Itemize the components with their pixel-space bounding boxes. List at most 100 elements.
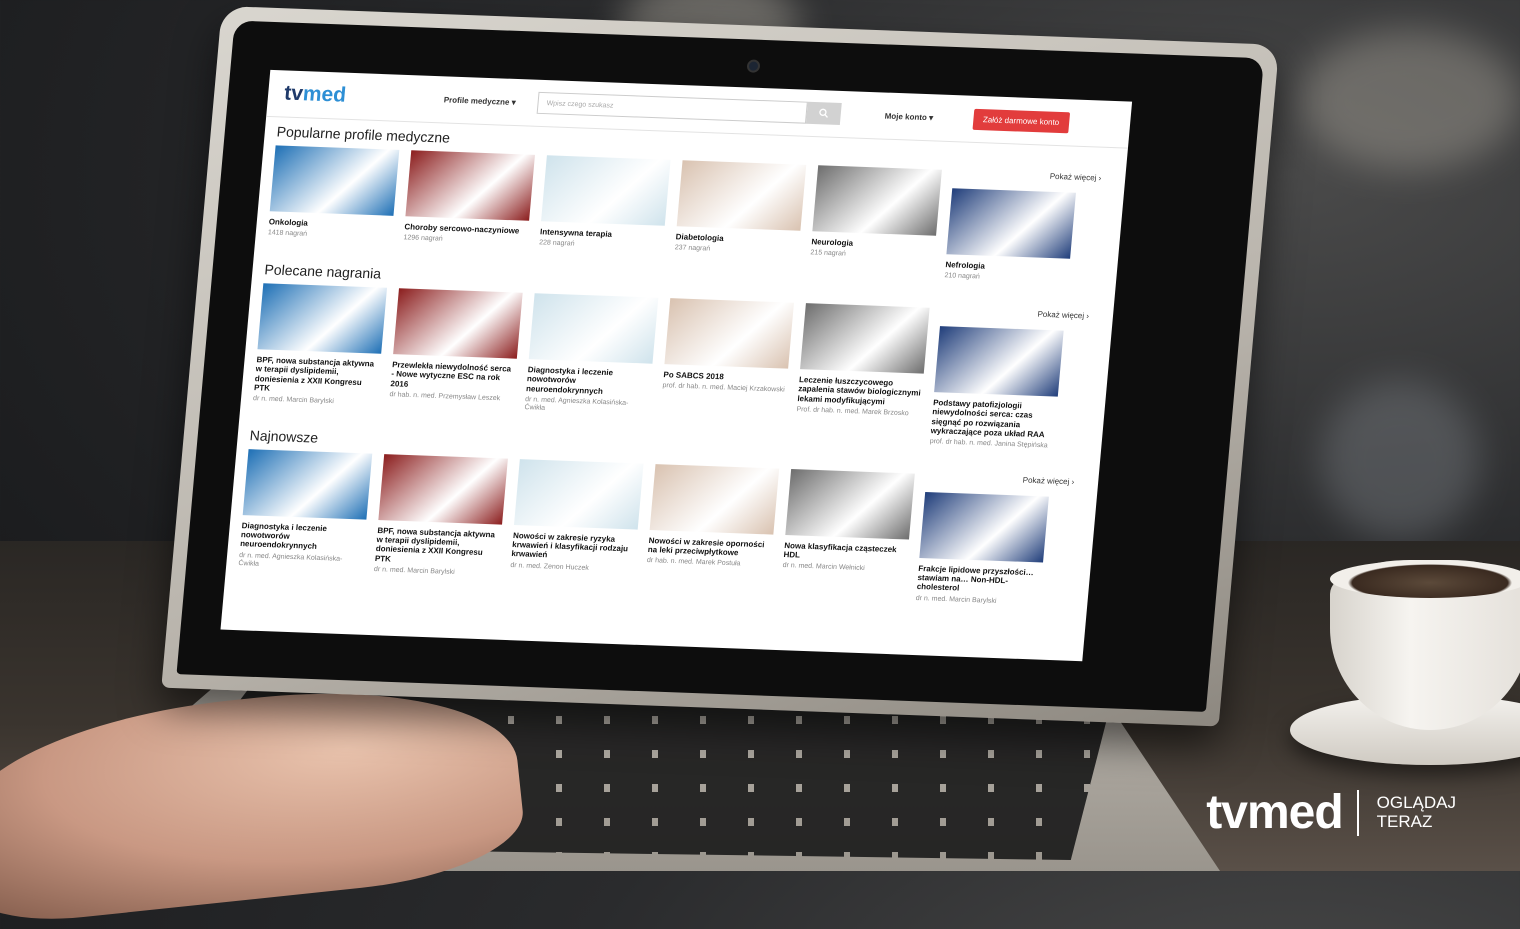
card-subtitle: dr n. med. Agnieszka Kolasińska-Ćwikła <box>238 551 343 568</box>
video-card[interactable]: Diabetologia 237 nagrań <box>673 160 807 275</box>
card-subtitle: 210 nagrań <box>944 272 981 281</box>
thumbnail-image[interactable] <box>269 145 400 216</box>
card-subtitle: prof. dr hab. n. med. Janina Stępińska <box>929 438 1049 450</box>
card-title[interactable]: Po SABCS 2018 <box>663 370 787 384</box>
video-card[interactable]: BPF, nowa substancja aktywna w terapii d… <box>251 283 388 425</box>
card-title[interactable]: Diagnostyka i leczenie nowotworów neuroe… <box>240 521 366 553</box>
card-subtitle: dr n. med. Marcin Barylski <box>373 565 455 576</box>
thumbnail-image[interactable] <box>676 160 807 231</box>
card-title[interactable]: Diabetologia <box>675 232 799 246</box>
video-card[interactable]: Leczenie łuszczycowego zapalenia stawów … <box>794 303 930 445</box>
thumbnail-image[interactable] <box>664 298 794 369</box>
card-title[interactable]: Przewlekła niewydolność serca - Nowe wyt… <box>390 360 516 392</box>
profiles-menu[interactable]: Profile medyczne ▾ <box>443 95 516 107</box>
thumbnail-image[interactable] <box>812 165 942 236</box>
video-card[interactable]: Diagnostyka i leczenie nowotworów neuroe… <box>522 293 659 435</box>
video-card[interactable]: Po SABCS 2018 prof. dr hab. n. med. Macie… <box>658 298 794 440</box>
chevron-down-icon: ▾ <box>511 97 517 107</box>
video-card[interactable]: Podstawy patofizjologii niewydolności se… <box>929 326 1064 450</box>
card-title[interactable]: Intensywna terapia <box>540 227 664 241</box>
search-icon <box>819 108 829 118</box>
card-subtitle: prof. dr hab. n. med. Maciej Krzakowski <box>662 382 786 395</box>
video-card[interactable]: Nowa klasyfikacja cząsteczek HDL dr n. me… <box>780 469 915 602</box>
search-button[interactable] <box>805 101 842 125</box>
video-card[interactable]: Nowości w zakresie ryzyka krwawień i kla… <box>508 459 644 592</box>
card-title[interactable]: Diagnostyka i leczenie nowotworów neuroe… <box>526 365 652 397</box>
thumbnail-image[interactable] <box>649 464 780 535</box>
card-subtitle: 215 nagrań <box>810 249 847 258</box>
website-screen: tvmed Profile medyczne ▾ Wpisz czego szu… <box>220 69 1133 662</box>
video-card[interactable]: Diagnostyka i leczenie nowotworów neuroe… <box>237 449 373 582</box>
card-title[interactable]: Nowości w zakresie oporności na leki prz… <box>647 536 772 559</box>
show-more-link[interactable]: Pokaż więcej › <box>1049 172 1101 183</box>
camera-icon <box>746 59 761 73</box>
site-logo[interactable]: tvmed <box>283 82 445 112</box>
thumbnail-image[interactable] <box>528 293 659 364</box>
thumbnail-image[interactable] <box>800 303 930 374</box>
thumbnail-image[interactable] <box>541 155 671 226</box>
video-card[interactable]: Przewlekła niewydolność serca - Nowe wyt… <box>387 288 523 430</box>
signup-button[interactable]: Załóż darmowe konto <box>972 108 1071 133</box>
card-subtitle: Prof. dr hab. n. med. Marek Brzosko <box>796 405 909 418</box>
card-title[interactable]: Leczenie łuszczycowego zapalenia stawów … <box>797 375 923 407</box>
card-subtitle: 228 nagrań <box>538 239 575 248</box>
video-card[interactable]: Choroby sercowo-naczyniowe 1296 nagrań <box>401 150 535 265</box>
videos-row: BPF, nowa substancja aktywna w terapii d… <box>251 283 1101 451</box>
brand-divider <box>1356 789 1359 836</box>
card-title[interactable]: Nowa klasyfikacja cząsteczek HDL <box>783 541 908 564</box>
card-title[interactable]: Frakcje lipidowe przyszłości… stawiam na… <box>916 564 1042 596</box>
thumbnail-image[interactable] <box>257 283 388 354</box>
thumbnail-image[interactable] <box>242 449 373 520</box>
popular-profiles-section: Popularne profile medyczne Onkologia 1418… <box>254 123 1128 287</box>
thumbnail-image[interactable] <box>934 326 1064 397</box>
videos-row: Diagnostyka i leczenie nowotworów neuroe… <box>237 449 1086 608</box>
account-menu[interactable]: Moje konto ▾ <box>884 111 933 122</box>
card-subtitle: 1418 nagrań <box>267 229 308 238</box>
card-title[interactable]: Neurologia <box>811 237 935 251</box>
chevron-down-icon: ▾ <box>928 112 934 122</box>
thumbnail-image[interactable] <box>785 469 915 540</box>
thumbnail-image[interactable] <box>919 492 1049 563</box>
bokeh-light <box>1300 30 1520 170</box>
video-card[interactable]: BPF, nowa substancja aktywna w terapii d… <box>373 454 508 587</box>
video-card[interactable]: Nowości w zakresie oporności na leki prz… <box>644 464 780 597</box>
search-input[interactable]: Wpisz czego szukasz <box>536 91 808 124</box>
card-subtitle: 237 nagrań <box>674 244 711 253</box>
video-card[interactable]: Frakcje lipidowe przyszłości… stawiam na… <box>915 492 1049 607</box>
card-subtitle: dr hab. n. med. Przemysław Leszek <box>389 390 501 403</box>
video-card[interactable]: Intensywna terapia 228 nagrań <box>537 155 671 270</box>
thumbnail-image[interactable] <box>393 288 523 359</box>
card-subtitle: dr n. med. Zenon Huczek <box>510 561 590 572</box>
card-subtitle: dr hab. n. med. Marek Postuła <box>646 557 741 568</box>
card-subtitle: dr n. med. Agnieszka Kolasińska-Ćwikła <box>524 395 629 412</box>
screen-bezel: tvmed Profile medyczne ▾ Wpisz czego szu… <box>176 20 1265 712</box>
video-card[interactable]: Onkologia 1418 nagrań <box>266 145 400 260</box>
card-subtitle: dr n. med. Marcin Wełnicki <box>782 562 865 573</box>
card-title[interactable]: Nowości w zakresie ryzyka krwawień i kla… <box>511 531 637 563</box>
bokeh-light <box>1320 380 1480 540</box>
thumbnail-image[interactable] <box>946 188 1076 259</box>
thumbnail-image[interactable] <box>378 454 508 525</box>
brand-watermark: tvmed OGLĄDAJ TERAZ <box>1206 785 1456 840</box>
recommended-section: Polecane nagrania BPF, nowa substancja a… <box>239 261 1115 452</box>
show-more-link[interactable]: Pokaż więcej › <box>1037 310 1089 321</box>
show-more-link[interactable]: Pokaż więcej › <box>1022 476 1074 487</box>
coffee-cup <box>1290 560 1520 770</box>
card-subtitle: 1296 nagrań <box>403 234 444 243</box>
thumbnail-image[interactable] <box>513 459 644 530</box>
card-title[interactable]: BPF, nowa substancja aktywna w terapii d… <box>375 526 502 567</box>
newest-section: Najnowsze Diagnostyka i leczenie nowotwo… <box>225 427 1100 609</box>
card-title[interactable]: BPF, nowa substancja aktywna w terapii d… <box>254 355 381 396</box>
video-card[interactable]: Neurologia 215 nagrań <box>808 165 942 280</box>
card-title[interactable]: Choroby sercowo-naczyniowe <box>404 222 528 236</box>
brand-logo: tvmed <box>1206 786 1343 839</box>
card-title[interactable]: Nefrologia <box>945 260 1069 274</box>
video-card[interactable]: Nefrologia 210 nagrań <box>944 188 1076 285</box>
card-subtitle: dr n. med. Marcin Barylski <box>252 395 335 406</box>
brand-tagline: OGLĄDAJ TERAZ <box>1376 792 1456 831</box>
laptop-lid: tvmed Profile medyczne ▾ Wpisz czego szu… <box>161 6 1280 727</box>
profiles-row: Onkologia 1418 nagrań Choroby sercowo-nacz… <box>266 145 1114 286</box>
card-title[interactable]: Onkologia <box>268 217 392 231</box>
card-title[interactable]: Podstawy patofizjologii niewydolności se… <box>930 398 1057 439</box>
thumbnail-image[interactable] <box>405 150 535 221</box>
